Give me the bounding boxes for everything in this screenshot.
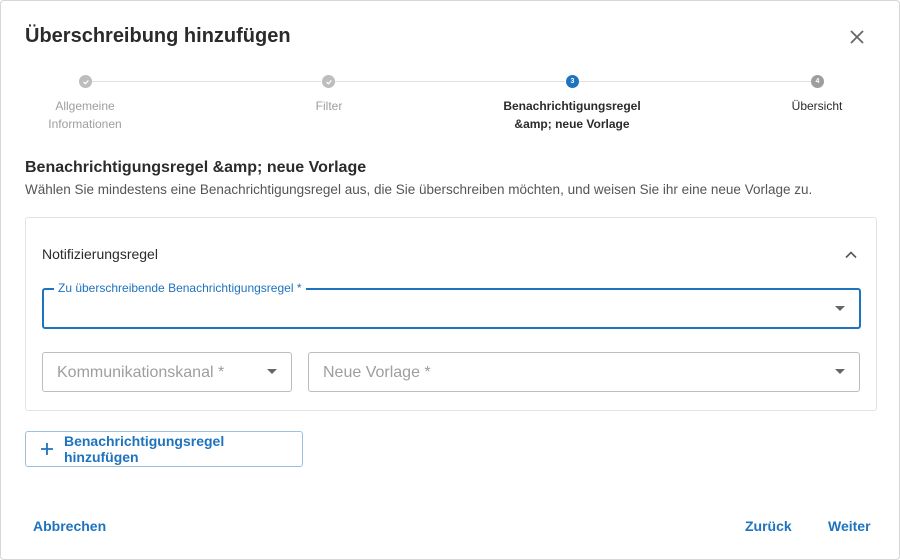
step-4-number: 4 [815,78,820,85]
step-1-label-line2: Informationen [48,117,122,131]
channel-select[interactable]: Kommunikationskanal * [42,352,292,392]
back-button[interactable]: Zurück [745,518,792,534]
dialog: Überschreibung hinzufügen Allgemeine Inf… [0,0,900,560]
cancel-button[interactable]: Abbrechen [33,518,106,534]
step-4-indicator: 4 [811,75,824,88]
section-description: Wählen Sie mindestens eine Benachrichtig… [25,182,813,197]
notification-rule-card: Notifizierungsregel Zu überschreibende B… [25,217,877,411]
close-button[interactable] [845,25,869,49]
caret-down-icon [835,369,845,374]
caret-down-icon [267,369,277,374]
dialog-title: Überschreibung hinzufügen [25,25,291,47]
step-2-label: Filter [254,97,404,115]
plus-icon [40,443,53,455]
add-rule-button-label: Benachrichtigungsregel hinzufügen [63,433,225,465]
step-1-check-icon [79,75,92,88]
step-connector [91,81,321,82]
step-4-label: Übersicht [742,97,892,115]
step-connector [335,81,565,82]
chevron-up-icon[interactable] [844,248,858,262]
step-3-number: 3 [570,78,575,85]
step-3-label-line2: &amp; neue Vorlage [514,117,630,131]
channel-select-placeholder: Kommunikationskanal * [57,364,225,381]
section-title: Benachrichtigungsregel &amp; neue Vorlag… [25,159,367,176]
stepper: Allgemeine Informationen Filter 3 Benach… [1,73,900,143]
step-3-indicator: 3 [566,75,579,88]
next-button[interactable]: Weiter [828,518,871,534]
step-connector [579,81,811,82]
step-2-label-line1: Filter [315,99,343,113]
step-3-label-line1: Benachrichtigungsregel [503,99,641,113]
add-rule-button[interactable]: Benachrichtigungsregel hinzufügen [25,431,303,467]
template-select[interactable]: Neue Vorlage * [308,352,860,392]
step-4-label-line1: Übersicht [791,99,843,113]
close-icon [850,30,864,44]
step-3-label: Benachrichtigungsregel &amp; neue Vorlag… [497,97,647,133]
card-title: Notifizierungsregel [42,246,158,262]
rule-select[interactable]: Zu überschreibende Benachrichtigungsrege… [42,281,861,329]
caret-down-icon [835,305,845,311]
step-2-check-icon [322,75,335,88]
template-select-placeholder: Neue Vorlage * [323,364,431,381]
rule-select-label: Zu überschreibende Benachrichtigungsrege… [54,281,306,295]
step-1-label: Allgemeine Informationen [10,97,160,133]
step-1-label-line1: Allgemeine [55,99,115,113]
